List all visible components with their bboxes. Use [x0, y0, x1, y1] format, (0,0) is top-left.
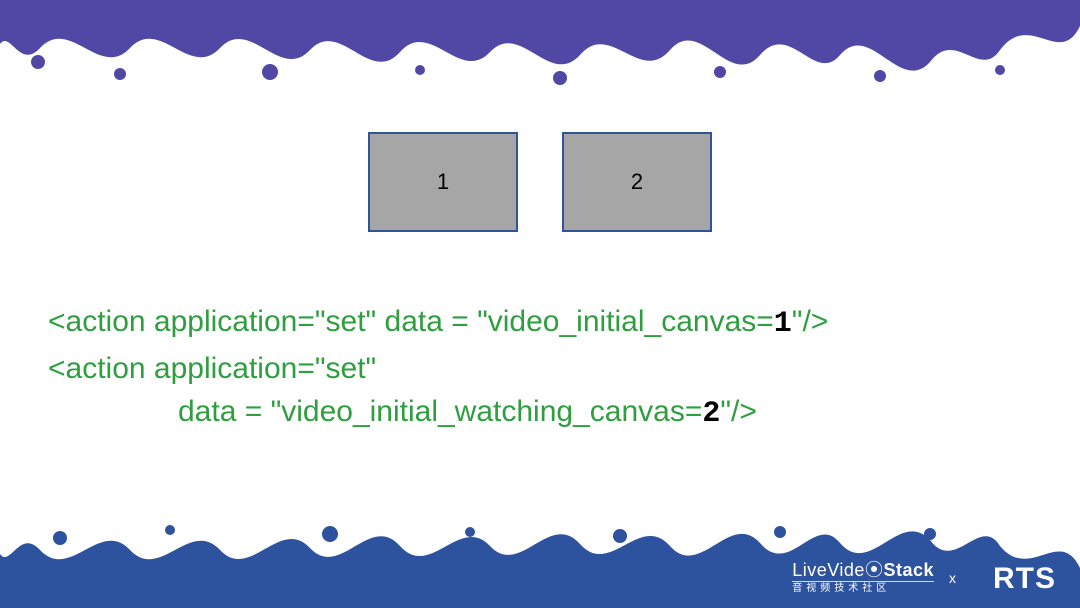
- code-line3-num: 2: [702, 397, 720, 431]
- livevideostack-logo: LiveVide⦿Stack 音视频技术社区: [792, 561, 934, 594]
- code-line1-head: <action application="set" data = "video_…: [48, 305, 774, 338]
- footer-x-separator: x: [949, 570, 956, 586]
- code-line1-tail: "/>: [792, 305, 829, 338]
- top-wave-decoration: [0, 0, 1080, 90]
- tile-row: 1 2: [0, 132, 1080, 232]
- code-block: <action application="set" data = "video_…: [48, 300, 1032, 437]
- tile-2-label: 2: [631, 169, 643, 195]
- livevideo-prefix: LiveVide: [792, 560, 865, 580]
- livevideo-suffix: Stack: [883, 560, 934, 580]
- livevideo-o-icon: ⦿: [865, 560, 884, 580]
- code-line2-head: <action application="set": [48, 352, 376, 385]
- livevideo-subtitle: 音视频技术社区: [792, 581, 934, 594]
- tile-1: 1: [368, 132, 518, 232]
- tile-2: 2: [562, 132, 712, 232]
- code-line3-head: data = "video_initial_watching_canvas=: [178, 395, 702, 428]
- tile-1-label: 1: [437, 169, 449, 195]
- code-line3-tail: "/>: [720, 395, 757, 428]
- rts-logo: RTS: [993, 562, 1056, 596]
- code-line1-num: 1: [774, 307, 792, 341]
- slide: 1 2 <action application="set" data = "vi…: [0, 0, 1080, 608]
